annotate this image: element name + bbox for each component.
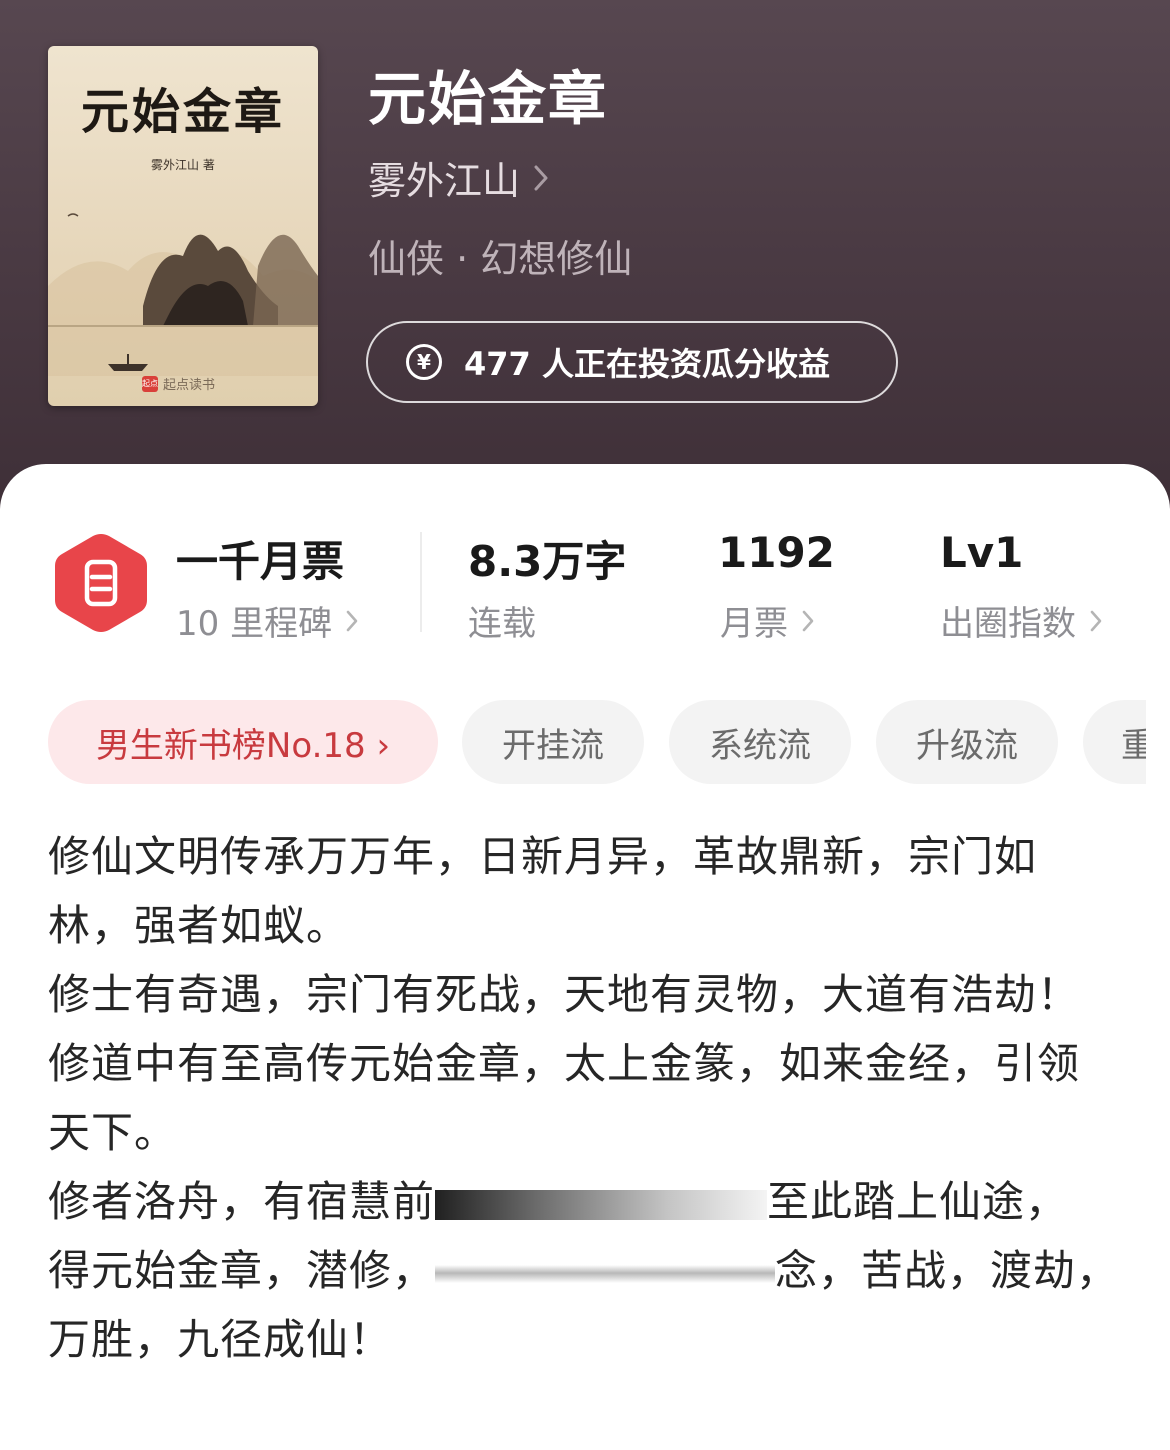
invest-button[interactable]: ¥ 477 人正在投资瓜分收益 (366, 321, 898, 403)
publisher-name: 起点读书 (163, 378, 216, 393)
cover-title: 元始金章 (80, 84, 285, 140)
blurred-text (435, 1189, 768, 1220)
monthly-ticket-link[interactable]: 月票 (720, 596, 814, 645)
tag-row: 男生新书榜No.18 › 开挂流 系统流 升级流 重 (48, 700, 1146, 784)
stats-divider (420, 532, 422, 632)
tag-partial[interactable]: 重 (1083, 700, 1146, 784)
synopsis-line: 修者洛舟，有宿慧前 至此踏上仙途， (48, 1167, 1120, 1236)
synopsis-text: 修者洛舟，有宿慧前 (48, 1177, 436, 1226)
publisher-logo-icon: 起点 (142, 375, 158, 392)
word-count-value: 8.3万字 (468, 537, 627, 586)
invest-text: 477 人正在投资瓜分收益 (464, 345, 830, 383)
chevron-right-icon (534, 165, 548, 190)
blurred-text (435, 1264, 776, 1283)
author-name: 雾外江山 (368, 159, 521, 203)
synopsis-text: 至此踏上仙途， (767, 1177, 1069, 1226)
popularity-index-label: 出圈指数 (940, 604, 1076, 644)
serial-status-label: 连载 (468, 604, 536, 644)
synopsis-text: 得元始金章，潜修， (48, 1246, 436, 1295)
ticket-icon (55, 534, 147, 632)
chevron-right-icon (1090, 610, 1102, 631)
popularity-index-link[interactable]: 出圈指数 (940, 596, 1102, 645)
rank-tag[interactable]: 男生新书榜No.18 › (48, 700, 438, 784)
synopsis-line: 得元始金章，潜修， 念，苦战，渡劫，万胜，九径成仙！ (48, 1236, 1120, 1374)
book-title: 元始金章 (368, 65, 609, 133)
monthly-ticket-label: 月票 (720, 604, 788, 644)
book-synopsis[interactable]: 修仙文明传承万万年，日新月异，革故鼎新，宗门如林，强者如蚁。 修士有奇遇，宗门有… (48, 822, 1120, 1374)
chevron-right-icon (346, 610, 358, 631)
synopsis-line: 修士有奇遇，宗门有死战，天地有灵物，大道有浩劫！ (48, 970, 1081, 1019)
synopsis-line: 修道中有至高传元始金章，太上金篆，如来金经，引领天下。 (48, 1039, 1081, 1157)
chevron-right-icon (802, 610, 814, 631)
milestone-value: 一千月票 (176, 537, 345, 586)
book-header: 元始金章 雾外江山 著 起点 起点读书 元始金章 雾外江山 仙侠 · 幻想修仙 … (0, 0, 1170, 520)
cover-publisher-logo: 起点 起点读书 (142, 374, 215, 393)
monthly-ticket-value: 1192 (718, 528, 835, 577)
cover-landscape-illustration (48, 213, 318, 376)
tag-levelup[interactable]: 升级流 (876, 700, 1058, 784)
book-cover[interactable]: 元始金章 雾外江山 著 起点 起点读书 (48, 46, 318, 406)
milestone-link[interactable]: 10 里程碑 (176, 596, 358, 645)
book-genre[interactable]: 仙侠 · 幻想修仙 (368, 228, 632, 283)
synopsis-line: 修仙文明传承万万年，日新月异，革故鼎新，宗门如林，强者如蚁。 (48, 832, 1038, 950)
yen-coin-icon: ¥ (406, 344, 442, 380)
popularity-level-value: Lv1 (940, 528, 1024, 577)
cover-author: 雾外江山 著 (151, 158, 215, 172)
tag-cheat[interactable]: 开挂流 (462, 700, 644, 784)
milestone-label: 10 里程碑 (176, 604, 333, 644)
tag-system[interactable]: 系统流 (669, 700, 851, 784)
author-link[interactable]: 雾外江山 (368, 150, 548, 205)
